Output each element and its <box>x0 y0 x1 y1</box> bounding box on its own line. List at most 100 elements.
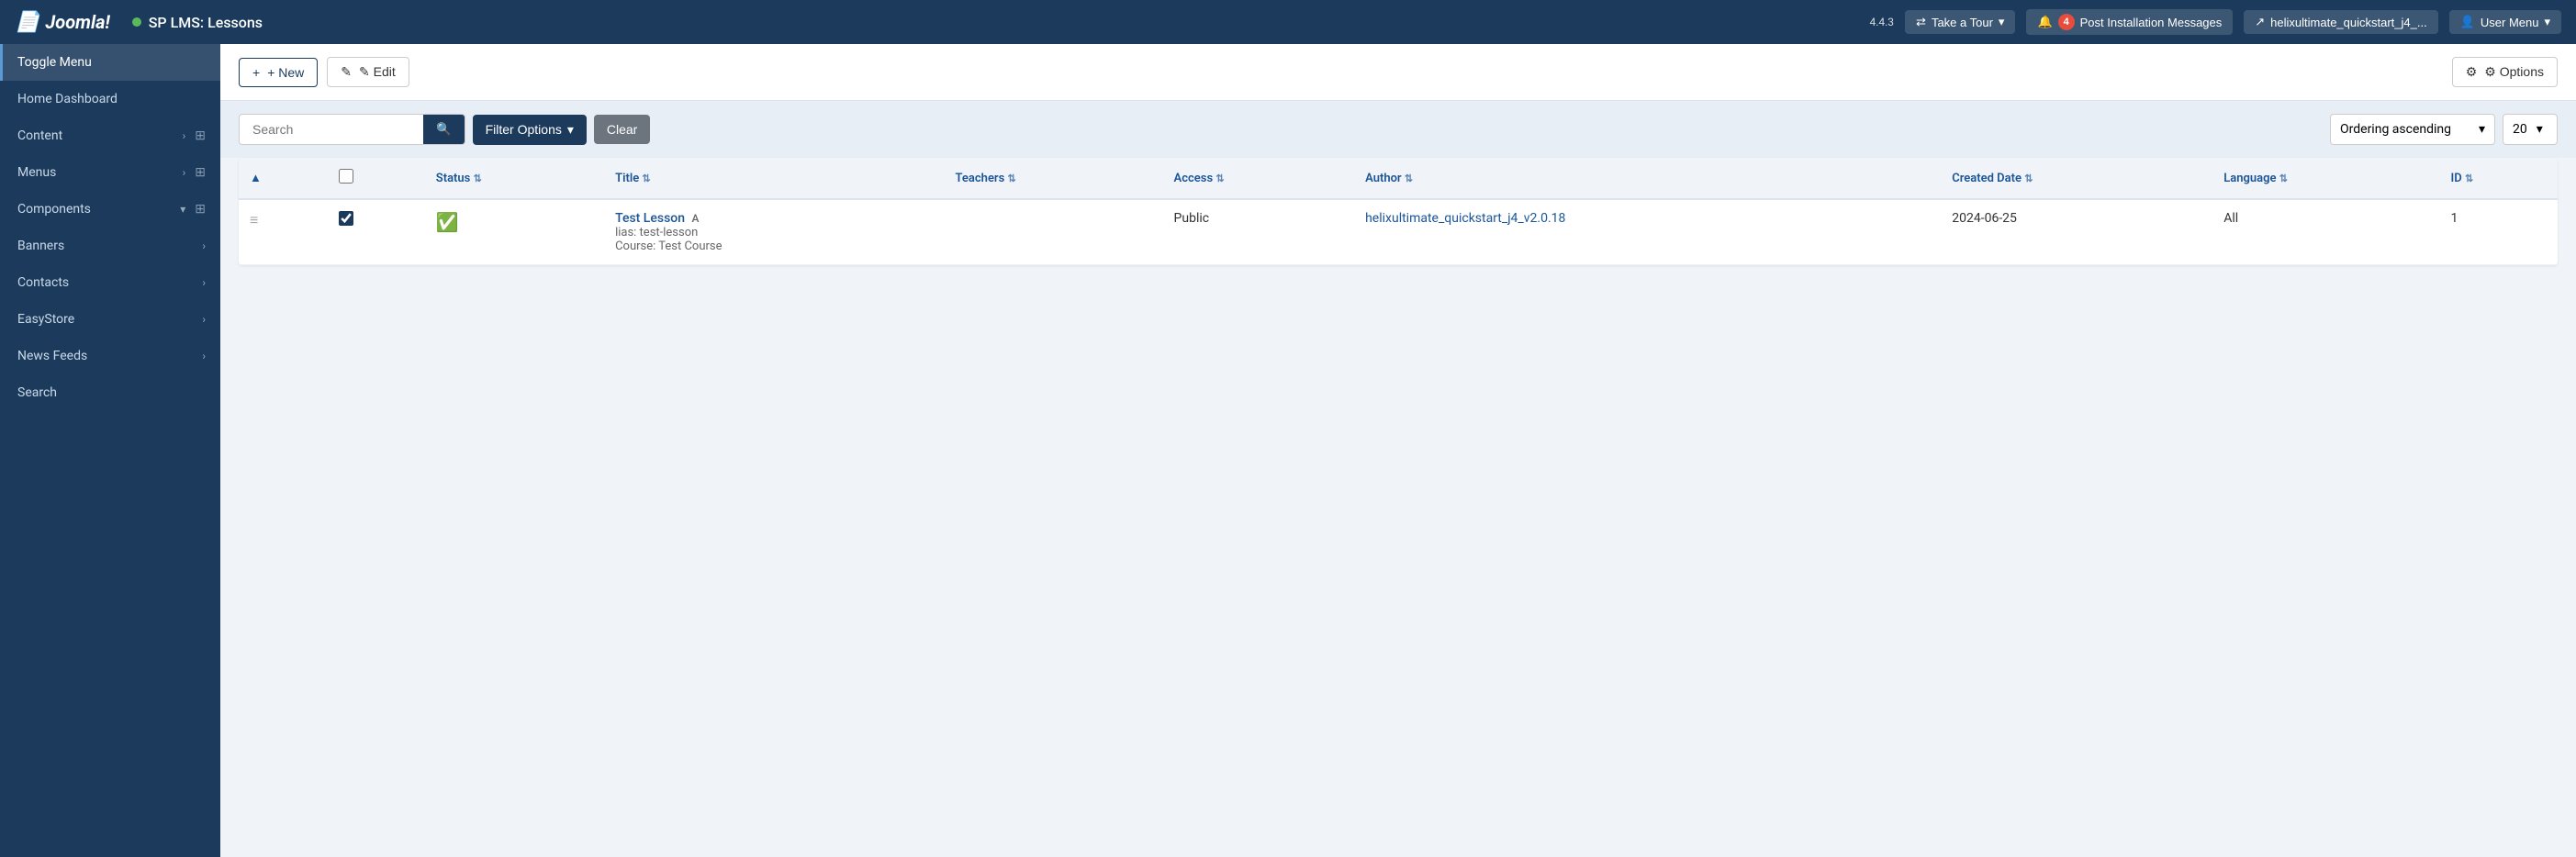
sidebar-item-easystore[interactable]: EasyStore › <box>0 301 220 338</box>
author-link[interactable]: helixultimate_quickstart_j4_v2.0.18 <box>1365 211 1565 226</box>
col-title[interactable]: Title ⇅ <box>604 158 944 199</box>
id-cell: 1 <box>2440 199 2558 265</box>
status-cell: ✅ <box>425 199 604 265</box>
access-cell: Public <box>1163 199 1355 265</box>
joomla-logo: 📄 Joomla! <box>15 11 110 34</box>
ordering-select[interactable]: Ordering ascending ▾ <box>2330 114 2495 145</box>
new-button[interactable]: + + New <box>239 58 318 87</box>
row-checkbox[interactable] <box>339 211 353 226</box>
bell-icon: 🔔 <box>2037 15 2052 29</box>
table-header-row: ▲ Status ⇅ Title ⇅ <box>239 158 2558 199</box>
toggle-menu-item[interactable]: Toggle Menu <box>0 44 220 81</box>
sidebar-item-banners[interactable]: Banners › <box>0 228 220 264</box>
col-access[interactable]: Access ⇅ <box>1163 158 1355 199</box>
menus-grid-icon: ⊞ <box>195 165 206 180</box>
col-status[interactable]: Status ⇅ <box>425 158 604 199</box>
status-dot <box>132 17 141 27</box>
lesson-course: Course: Test Course <box>615 239 933 253</box>
menus-arrow-icon: › <box>183 166 186 179</box>
col-teachers[interactable]: Teachers ⇅ <box>945 158 1163 199</box>
teachers-cell <box>945 199 1163 265</box>
language-sort-icon: ⇅ <box>2279 173 2288 184</box>
page-title: SP LMS: Lessons <box>132 14 263 31</box>
lessons-table: ▲ Status ⇅ Title ⇅ <box>239 158 2558 265</box>
search-wrap: 🔍 <box>239 114 465 145</box>
clear-button[interactable]: Clear <box>594 115 650 144</box>
id-sort-icon: ⇅ <box>2465 173 2473 184</box>
toolbar: + + New ✎ ✎ Edit ⚙ ⚙ Options <box>220 44 2576 101</box>
col-author[interactable]: Author ⇅ <box>1354 158 1941 199</box>
sidebar-item-contacts[interactable]: Contacts › <box>0 264 220 301</box>
sidebar-item-content[interactable]: Content › ⊞ <box>0 117 220 154</box>
tour-icon: ⇄ <box>1916 15 1926 29</box>
site-link-text: helixultimate_quickstart_j4_... <box>2270 16 2427 29</box>
joomla-version: 4.4.3 <box>1869 16 1894 28</box>
drag-handle-icon[interactable]: ≡ <box>250 211 258 228</box>
edit-icon: ✎ <box>341 64 352 80</box>
sidebar-item-components[interactable]: Components ▾ ⊞ <box>0 191 220 228</box>
per-page-chevron-icon: ▾ <box>2537 122 2543 137</box>
logo-label: Joomla! <box>45 11 109 33</box>
created-date-sort-icon: ⇅ <box>2024 173 2033 184</box>
filter-chevron-icon: ▾ <box>567 122 574 138</box>
created-date-cell: 2024-06-25 <box>1941 199 2212 265</box>
notification-badge: 4 <box>2058 14 2075 30</box>
easystore-arrow-icon: › <box>202 313 206 326</box>
post-install-label: Post Installation Messages <box>2080 16 2223 29</box>
col-language[interactable]: Language ⇅ <box>2212 158 2439 199</box>
col-created-date[interactable]: Created Date ⇅ <box>1941 158 2212 199</box>
teachers-sort-icon: ⇅ <box>1008 173 1016 184</box>
search-button[interactable]: 🔍 <box>423 115 465 144</box>
gear-icon: ⚙ <box>2466 64 2478 80</box>
access-sort-icon: ⇅ <box>1215 173 1224 184</box>
contacts-arrow-icon: › <box>202 276 206 289</box>
per-page-select[interactable]: 20 ▾ <box>2503 114 2558 145</box>
site-link-button[interactable]: ↗ helixultimate_quickstart_j4_... <box>2244 10 2437 34</box>
user-menu-button[interactable]: 👤 User Menu ▾ <box>2449 10 2561 34</box>
news-feeds-arrow-icon: › <box>202 350 206 362</box>
lesson-title-link[interactable]: Test Lesson A <box>615 211 699 226</box>
sidebar-item-home-dashboard[interactable]: Home Dashboard <box>0 81 220 117</box>
sidebar-item-menus[interactable]: Menus › ⊞ <box>0 154 220 191</box>
edit-button[interactable]: ✎ ✎ Edit <box>327 57 409 87</box>
ordering-chevron-icon: ▾ <box>2479 122 2485 137</box>
status-sort-icon: ⇅ <box>474 173 482 184</box>
filter-bar: 🔍 Filter Options ▾ Clear Ordering ascend… <box>220 101 2576 158</box>
take-a-tour-button[interactable]: ⇄ Take a Tour ▾ <box>1905 10 2015 34</box>
top-nav: 📄 Joomla! SP LMS: Lessons 4.4.3 ⇄ Take a… <box>0 0 2576 44</box>
author-cell: helixultimate_quickstart_j4_v2.0.18 <box>1354 199 1941 265</box>
tour-chevron-icon: ▾ <box>1999 15 2005 29</box>
components-grid-icon: ⊞ <box>195 202 206 217</box>
search-input[interactable] <box>240 115 423 144</box>
select-all-checkbox[interactable] <box>339 169 353 184</box>
filter-options-button[interactable]: Filter Options ▾ <box>473 115 587 145</box>
options-button[interactable]: ⚙ ⚙ Options <box>2452 57 2558 87</box>
title-sort-icon: ⇅ <box>642 173 650 184</box>
content-arrow-icon: › <box>183 129 186 142</box>
col-checkbox[interactable] <box>328 158 425 199</box>
components-arrow-icon: ▾ <box>180 203 185 216</box>
published-icon[interactable]: ✅ <box>436 211 459 233</box>
sidebar-item-news-feeds[interactable]: News Feeds › <box>0 338 220 374</box>
user-menu-chevron-icon: ▾ <box>2544 15 2550 29</box>
table-row: ≡ ✅ Test Lesson A <box>239 199 2558 265</box>
col-id[interactable]: ID ⇅ <box>2440 158 2558 199</box>
user-icon: 👤 <box>2460 15 2475 29</box>
logo-text: 📄 <box>15 11 39 34</box>
sidebar-item-search[interactable]: Search <box>0 374 220 411</box>
lessons-table-container: ▲ Status ⇅ Title ⇅ <box>220 158 2576 284</box>
language-cell: All <box>2212 199 2439 265</box>
plus-icon: + <box>252 65 260 80</box>
lesson-alias: lias: test-lesson <box>615 226 933 239</box>
main-content: + + New ✎ ✎ Edit ⚙ ⚙ Options 🔍 Filter Op… <box>220 44 2576 857</box>
search-icon: 🔍 <box>436 122 452 136</box>
notifications-button[interactable]: 🔔 4 Post Installation Messages <box>2026 9 2233 35</box>
col-sort[interactable]: ▲ <box>239 158 328 199</box>
drag-handle-cell: ≡ <box>239 199 328 265</box>
row-checkbox-cell <box>328 199 425 265</box>
content-grid-icon: ⊞ <box>195 128 206 143</box>
external-link-icon: ↗ <box>2255 15 2265 29</box>
banners-arrow-icon: › <box>202 239 206 252</box>
author-sort-icon: ⇅ <box>1405 173 1413 184</box>
sidebar: Toggle Menu Home Dashboard Content › ⊞ M… <box>0 44 220 857</box>
